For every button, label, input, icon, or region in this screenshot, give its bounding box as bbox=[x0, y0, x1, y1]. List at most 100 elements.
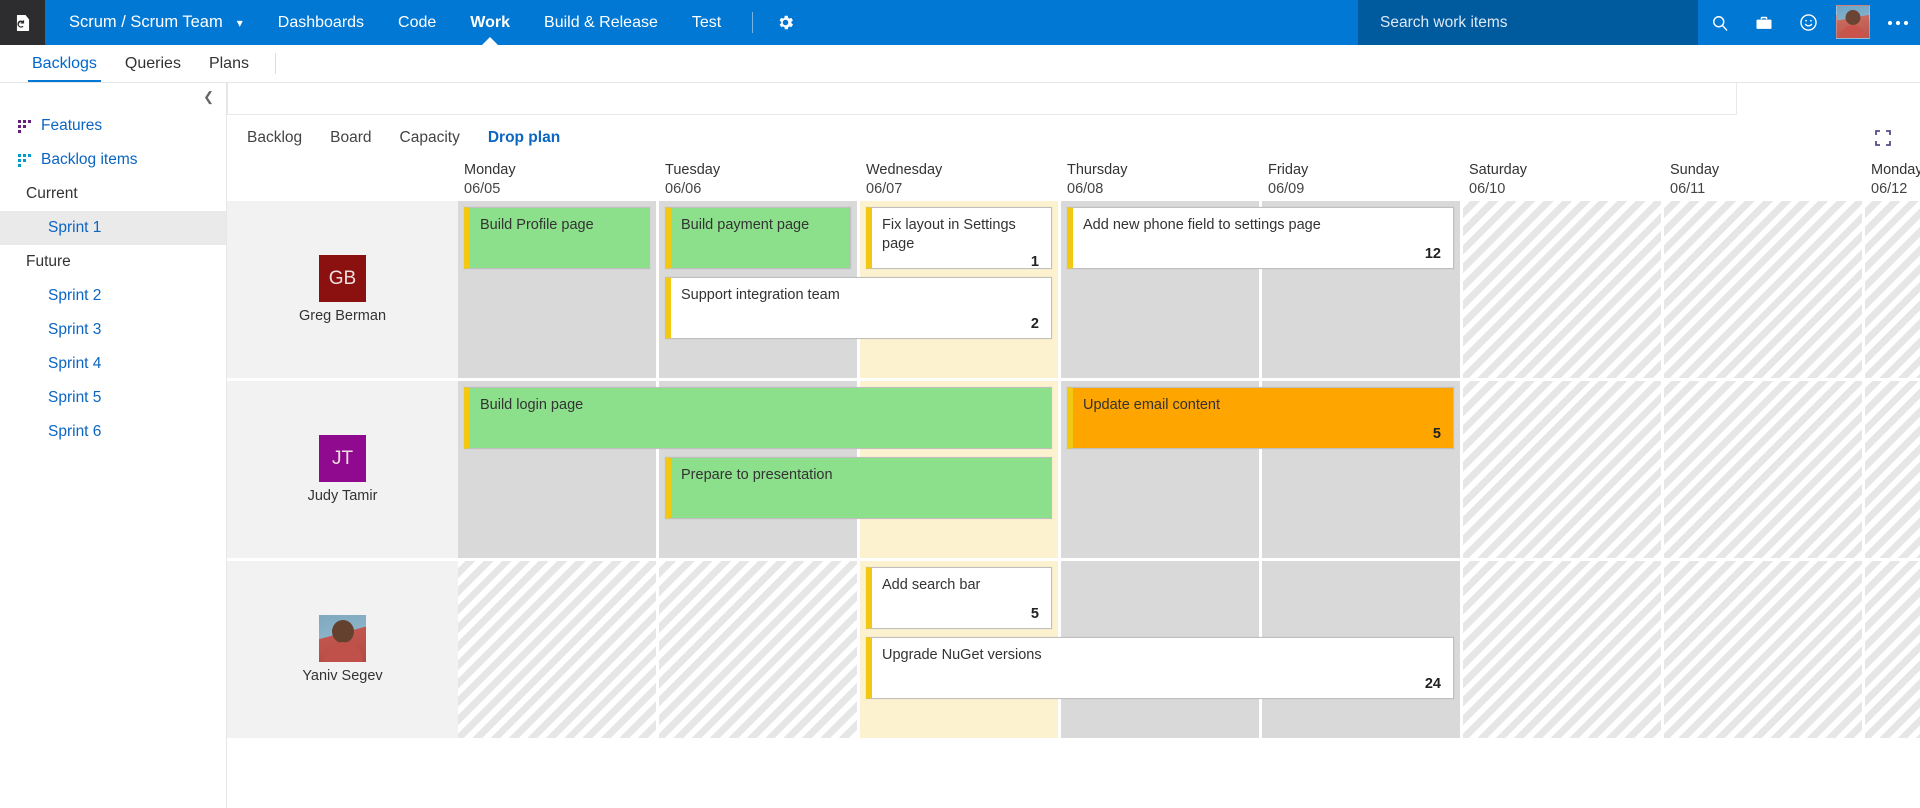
chevron-left-icon[interactable]: ❮ bbox=[203, 90, 214, 103]
sidebar: ❮ Features Backlog items Current Sprint … bbox=[0, 83, 227, 808]
card-effort: 5 bbox=[1030, 606, 1039, 622]
sidebar-item-sprint-5[interactable]: Sprint 5 bbox=[0, 381, 226, 415]
work-item-card[interactable]: Prepare to presentation bbox=[665, 457, 1052, 519]
search-input[interactable]: Search work items bbox=[1358, 0, 1698, 45]
day-date: 06/11 bbox=[1670, 181, 1706, 197]
person-name: Yaniv Segev bbox=[302, 668, 383, 684]
sidebar-item-sprint-1[interactable]: Sprint 1 bbox=[0, 211, 226, 245]
day-header-row: Monday 06/05 Tuesday 06/06 Wednesday 06/07 Thu… bbox=[227, 161, 1920, 201]
project-selector[interactable]: Scrum / Scrum Team ▾ bbox=[45, 0, 261, 45]
nav-item-code[interactable]: Code bbox=[381, 0, 453, 45]
gear-icon[interactable] bbox=[761, 0, 809, 45]
pivot-capacity[interactable]: Capacity bbox=[386, 129, 474, 147]
search-placeholder: Search work items bbox=[1380, 13, 1508, 31]
card-effort: 12 bbox=[1424, 246, 1441, 262]
tab-backlogs[interactable]: Backlogs bbox=[18, 45, 111, 82]
pivot-board[interactable]: Board bbox=[316, 129, 385, 147]
card-effort: 5 bbox=[1432, 426, 1441, 442]
work-item-card[interactable]: Support integration team 2 bbox=[665, 277, 1052, 339]
work-item-card[interactable]: Build Profile page bbox=[464, 207, 650, 269]
pivot-tab-row: Backlog Board Capacity Drop plan bbox=[227, 115, 1920, 161]
pivot-label: Board bbox=[330, 129, 372, 146]
drop-plan-grid: Monday 06/05 Tuesday 06/06 Wednesday 06/07 Thu… bbox=[227, 161, 1920, 741]
nav-divider bbox=[752, 12, 754, 33]
sidebar-item-sprint-3[interactable]: Sprint 3 bbox=[0, 313, 226, 347]
day-column-header: Monday 06/12 bbox=[1865, 161, 1920, 201]
sidebar-sprint-label: Sprint 2 bbox=[48, 287, 102, 304]
day-date: 06/12 bbox=[1871, 181, 1908, 197]
person-cell: Yaniv Segev bbox=[227, 561, 458, 738]
pivot-backlog[interactable]: Backlog bbox=[247, 129, 316, 147]
work-item-card[interactable]: Build login page bbox=[464, 387, 1052, 449]
tab-label: Plans bbox=[208, 54, 249, 72]
day-date: 06/07 bbox=[866, 181, 903, 197]
day-cell[interactable] bbox=[1865, 561, 1920, 738]
day-cell[interactable] bbox=[1664, 381, 1865, 558]
briefcase-icon[interactable] bbox=[1742, 0, 1786, 45]
tab-plans[interactable]: Plans bbox=[195, 45, 263, 82]
main-content: Backlog Board Capacity Drop plan Monday 0… bbox=[227, 83, 1920, 808]
card-title: Add new phone field to settings page bbox=[1083, 217, 1321, 233]
nav-item-dashboards[interactable]: Dashboards bbox=[261, 0, 381, 45]
avatar[interactable] bbox=[1836, 5, 1870, 39]
day-date: 06/05 bbox=[464, 181, 501, 197]
hub-divider bbox=[274, 53, 276, 74]
ellipsis-icon[interactable] bbox=[1876, 0, 1920, 45]
backlog-grid-icon bbox=[18, 153, 31, 167]
work-item-card[interactable]: Build payment page bbox=[665, 207, 851, 269]
tab-queries[interactable]: Queries bbox=[111, 45, 195, 82]
sidebar-sprint-label: Sprint 4 bbox=[48, 355, 102, 372]
day-cell[interactable] bbox=[1865, 381, 1920, 558]
day-column-header: Wednesday 06/07 bbox=[860, 161, 1061, 201]
day-column-header: Friday 06/09 bbox=[1262, 161, 1463, 201]
sidebar-item-sprint-6[interactable]: Sprint 6 bbox=[0, 415, 226, 449]
sidebar-item-backlog-items[interactable]: Backlog items bbox=[0, 143, 226, 177]
day-cell[interactable] bbox=[1463, 561, 1664, 738]
day-name: Wednesday bbox=[866, 162, 943, 178]
day-name: Thursday bbox=[1067, 162, 1128, 178]
day-cell[interactable] bbox=[1463, 381, 1664, 558]
sidebar-group-current: Current bbox=[0, 177, 226, 211]
sidebar-item-label: Features bbox=[41, 117, 103, 134]
day-cell[interactable] bbox=[1664, 201, 1865, 378]
day-date: 06/06 bbox=[665, 181, 702, 197]
card-title: Prepare to presentation bbox=[681, 467, 833, 483]
fullscreen-expand-icon[interactable] bbox=[1872, 127, 1894, 149]
avatar[interactable] bbox=[319, 615, 366, 662]
day-column-header: Thursday 06/08 bbox=[1061, 161, 1262, 201]
work-item-card[interactable]: Upgrade NuGet versions 24 bbox=[866, 637, 1454, 699]
day-cell[interactable] bbox=[1865, 201, 1920, 378]
nav-item-work[interactable]: Work bbox=[453, 0, 527, 45]
nav-item-build-release[interactable]: Build & Release bbox=[527, 0, 675, 45]
work-item-card[interactable]: Update email content 5 bbox=[1067, 387, 1454, 449]
card-title: Fix layout in Settings page bbox=[882, 217, 1016, 252]
smiley-icon[interactable] bbox=[1786, 0, 1830, 45]
sidebar-item-sprint-2[interactable]: Sprint 2 bbox=[0, 279, 226, 313]
avatar-initials[interactable]: GB bbox=[319, 255, 366, 302]
day-cells: Build login page Update email content 5 Pre… bbox=[458, 381, 1920, 558]
work-item-card[interactable]: Add search bar 5 bbox=[866, 567, 1052, 629]
day-name: Monday bbox=[464, 162, 516, 178]
day-cell[interactable] bbox=[1664, 561, 1865, 738]
sidebar-item-features[interactable]: Features bbox=[0, 109, 226, 143]
work-item-card[interactable]: Fix layout in Settings page 1 bbox=[866, 207, 1052, 270]
body-wrapper: ❮ Features Backlog items Current Sprint … bbox=[0, 83, 1920, 808]
work-item-card[interactable]: Add new phone field to settings page 12 bbox=[1067, 207, 1454, 269]
card-effort: 24 bbox=[1424, 676, 1441, 692]
card-title: Upgrade NuGet versions bbox=[882, 647, 1042, 663]
chevron-down-icon: ▾ bbox=[236, 15, 243, 30]
avatar-initials[interactable]: JT bbox=[319, 435, 366, 482]
day-cell[interactable] bbox=[1463, 201, 1664, 378]
tab-label: Queries bbox=[124, 54, 181, 72]
person-cell: JT Judy Tamir bbox=[227, 381, 458, 558]
day-date: 06/08 bbox=[1067, 181, 1104, 197]
pivot-drop-plan[interactable]: Drop plan bbox=[474, 129, 574, 147]
pivot-label: Drop plan bbox=[487, 129, 561, 146]
search-icon[interactable] bbox=[1698, 0, 1742, 45]
azure-devops-logo-icon[interactable] bbox=[0, 0, 45, 45]
day-cell[interactable] bbox=[458, 561, 659, 738]
nav-item-test[interactable]: Test bbox=[675, 0, 738, 45]
nav-label: Test bbox=[691, 13, 722, 31]
sidebar-item-sprint-4[interactable]: Sprint 4 bbox=[0, 347, 226, 381]
day-cell[interactable] bbox=[659, 561, 860, 738]
